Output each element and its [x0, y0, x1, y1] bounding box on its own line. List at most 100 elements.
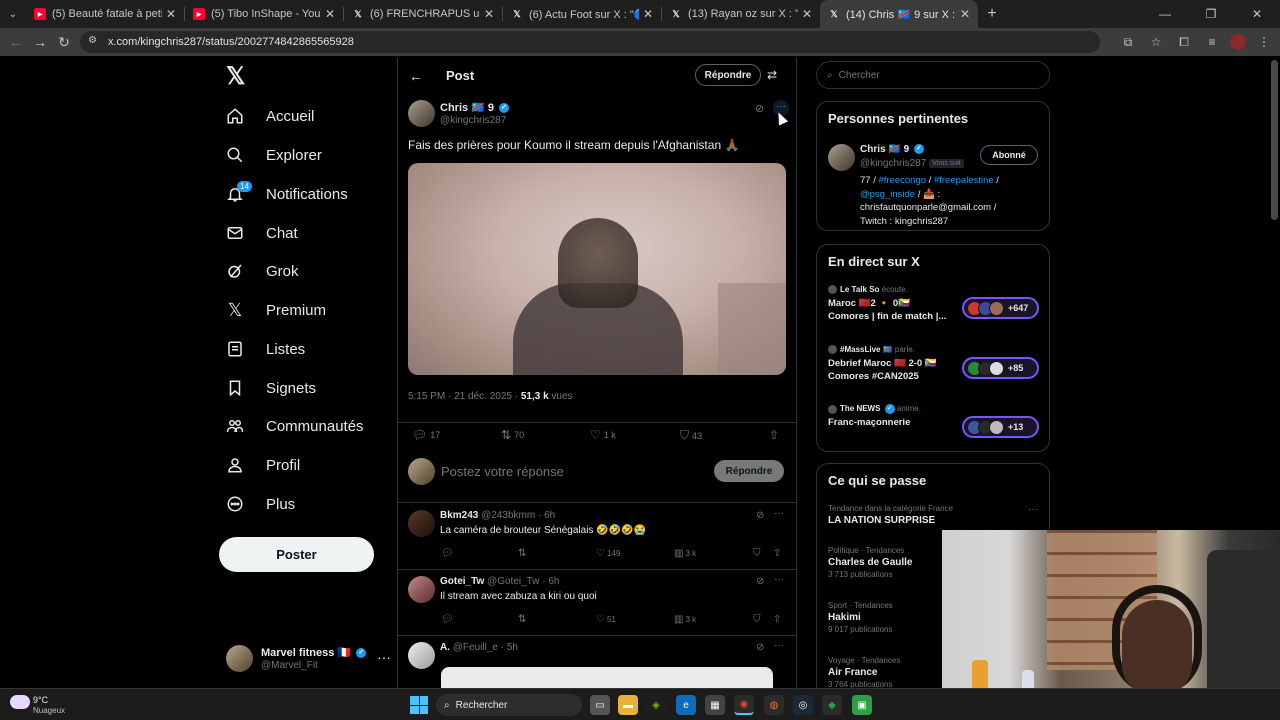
browser-tab[interactable]: 𝕏 (6) Actu Foot sur X : "🔵 LA PL ✕ [503, 0, 661, 28]
x-logo-icon[interactable]: 𝕏 [226, 65, 248, 89]
bookmark-action[interactable]: ⛉ [753, 548, 761, 559]
browser-tab[interactable]: 𝕏 (13) Rayan oz sur X : "Même à ✕ [662, 0, 820, 28]
avatar[interactable] [828, 144, 855, 171]
sidebar-item-premium[interactable]: 𝕏 Premium [226, 295, 326, 325]
reply-action[interactable]: 💬︎ [441, 614, 454, 625]
back-icon[interactable]: ← [4, 34, 28, 50]
share-action[interactable]: ⇧ [773, 614, 781, 625]
avatar[interactable] [408, 510, 435, 537]
reply-header-button[interactable]: Répondre [695, 64, 761, 86]
reply-input[interactable]: Postez votre réponse [441, 464, 564, 479]
extensions-icon[interactable]: ⧠ [1174, 35, 1194, 50]
close-tab-icon[interactable]: ✕ [960, 7, 970, 21]
store-icon[interactable]: ▦ [705, 695, 725, 715]
live-space-item[interactable]: #MassLive 🇨🇩 parle. Debrief Maroc 🇲🇦 2-0… [828, 345, 1039, 395]
post-button[interactable]: Poster [219, 537, 374, 572]
browser-tab-active[interactable]: 𝕏 (14) Chris 🇨🇩 9 sur X : "Fais des ✕ [820, 0, 978, 28]
filter-icon[interactable]: ⇄ [767, 68, 777, 82]
sidebar-item-notifications[interactable]: 14 Notifications [226, 179, 348, 209]
task-view-icon[interactable]: ▭ [590, 695, 610, 715]
grok-icon[interactable]: ⊘ [756, 576, 764, 587]
sidebar-item-communities[interactable]: Communautés [226, 411, 364, 441]
account-switcher[interactable]: Marvel fitness 🇫🇷 ✓ @Marvel_Fit ··· [226, 643, 391, 673]
search-input[interactable]: ⌕ Chercher [816, 61, 1050, 89]
repost-action[interactable]: ⇅ 70 [501, 428, 524, 442]
reply-media[interactable] [441, 667, 773, 688]
share-action[interactable]: ⇧ [773, 548, 781, 559]
reply-action[interactable]: 💬︎ [441, 548, 454, 559]
browser-tab[interactable]: ▶ (5) Beauté fatale à petits prix | ✕ [26, 0, 184, 28]
sidebar-item-explore[interactable]: Explorer [226, 140, 322, 170]
avatar[interactable] [408, 576, 435, 603]
sidebar-item-bookmarks[interactable]: Signets [226, 373, 316, 403]
browser-tab[interactable]: ▶ (5) Tibo InShape - YouTube ✕ [185, 0, 343, 28]
forward-icon[interactable]: → [28, 34, 52, 50]
avatar[interactable] [408, 100, 435, 127]
sidebar-item-more[interactable]: Plus [226, 489, 295, 519]
space-listeners[interactable]: +13 [962, 416, 1039, 438]
bookmark-action[interactable]: ⛉ [753, 614, 761, 625]
trend-item[interactable]: Tendance dans la catégorie France LA NAT… [828, 504, 1038, 526]
space-listeners[interactable]: +647 [962, 297, 1039, 319]
avatar[interactable] [408, 642, 435, 669]
sidebar-item-grok[interactable]: Grok [226, 256, 299, 286]
media-icon[interactable]: ≡ [1202, 35, 1222, 49]
live-space-item[interactable]: The NEWS ✓ anime. Franc-maçonnerie +13 [828, 404, 1039, 454]
sidebar-item-profile[interactable]: Profil [226, 450, 300, 480]
more-icon[interactable]: ··· [377, 649, 391, 665]
reload-icon[interactable]: ↻ [52, 34, 76, 51]
hashtag-link[interactable]: #freepalestine [934, 175, 994, 186]
browser-tab[interactable]: 𝕏 (6) FRENCHRAPUS us sur X : " ✕ [344, 0, 502, 28]
like-action[interactable]: ♡ 149 [596, 548, 620, 559]
grok-icon[interactable]: ⊘ [756, 642, 764, 653]
edge-icon[interactable]: e [676, 695, 696, 715]
steam-icon[interactable]: ◎ [793, 695, 813, 715]
chrome-icon[interactable]: ◉ [734, 695, 754, 715]
minimize-icon[interactable]: — [1142, 0, 1188, 28]
close-window-icon[interactable]: ✕ [1234, 0, 1280, 28]
views-action[interactable]: ▥ 3 k [674, 548, 696, 559]
author-handle[interactable]: @kingchris287 [440, 115, 506, 126]
share-action[interactable]: ⇧ [769, 428, 779, 442]
reply-author[interactable]: A. [440, 642, 450, 653]
sidebar-item-home[interactable]: Accueil [226, 101, 314, 131]
like-action[interactable]: ♡ 1 k [590, 428, 616, 442]
more-icon[interactable]: ··· [1028, 504, 1038, 515]
views-action[interactable]: ▥ 3 k [674, 614, 696, 625]
reply-action[interactable]: 💬︎ 17 [412, 428, 440, 442]
grok-icon[interactable]: ⊘ [756, 510, 764, 521]
tab-search-icon[interactable]: ⌄ [0, 0, 26, 28]
browser-menu-icon[interactable]: ⋮ [1254, 35, 1274, 49]
weather-widget[interactable]: 9°C Nuageux [10, 693, 70, 717]
close-tab-icon[interactable]: ✕ [643, 7, 653, 21]
like-action[interactable]: ♡ 51 [596, 614, 616, 625]
app-icon[interactable]: ▣ [852, 695, 872, 715]
repost-action[interactable]: ⇅ [518, 614, 526, 625]
close-tab-icon[interactable]: ✕ [802, 7, 812, 21]
reply-item[interactable]: Gotei_Tw @Gotei_Tw · 6h Il stream avec z… [398, 570, 796, 636]
hashtag-link[interactable]: #freecongo [879, 175, 927, 186]
firefox-icon[interactable]: ◍ [764, 695, 784, 715]
reply-submit-button[interactable]: Répondre [714, 460, 784, 482]
restore-icon[interactable]: ❐ [1188, 0, 1234, 28]
app-icon[interactable]: ◆ [822, 695, 842, 715]
bookmark-star-icon[interactable]: ☆ [1146, 35, 1166, 49]
taskbar-search[interactable]: ⌕ Rechercher [436, 694, 582, 716]
post-video[interactable] [408, 163, 786, 375]
install-app-icon[interactable]: ⧉ [1118, 35, 1138, 50]
close-tab-icon[interactable]: ✕ [484, 7, 494, 21]
more-icon[interactable]: ··· [774, 508, 784, 519]
more-icon[interactable]: ··· [774, 574, 784, 585]
profile-avatar[interactable] [1230, 34, 1246, 50]
reply-item[interactable]: Bkm243 @243bkmm · 6h La caméra de broute… [398, 504, 796, 570]
back-arrow-icon[interactable]: ← [409, 68, 423, 84]
nvidia-icon[interactable]: ◈ [646, 695, 666, 715]
grok-icon[interactable]: ⊘ [755, 102, 764, 115]
person-name[interactable]: Chris 🇨🇩 9 ✓ [860, 144, 924, 155]
site-info-icon[interactable]: ⚙ [88, 35, 102, 49]
mention-link[interactable]: @psg_inside [860, 189, 915, 200]
sidebar-item-chat[interactable]: Chat [226, 218, 298, 248]
reply-author[interactable]: Bkm243 [440, 510, 478, 521]
author-name[interactable]: Chris 🇨🇩 9 ✓ [440, 101, 510, 114]
close-tab-icon[interactable]: ✕ [325, 7, 335, 21]
